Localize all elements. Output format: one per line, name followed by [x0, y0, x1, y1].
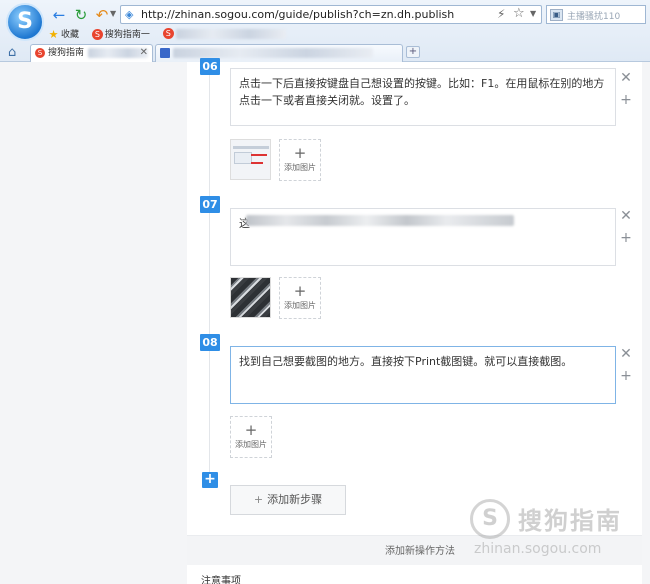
- insert-step-icon[interactable]: +: [620, 369, 632, 383]
- close-icon[interactable]: ✕: [140, 45, 148, 61]
- security-shield-icon: ◈: [125, 8, 134, 21]
- remove-step-icon[interactable]: ✕: [620, 347, 632, 361]
- plus-icon: +: [244, 421, 258, 439]
- step-text-input[interactable]: 找到自己想要截图的地方。直接按下Print截图键。就可以直接截图。: [230, 346, 616, 404]
- address-dropdown-icon[interactable]: ▼: [530, 9, 536, 18]
- favorite-item-sogou-guide[interactable]: S 搜狗指南一: [91, 27, 150, 40]
- tab-bar: ⌂ S 搜狗指南 ✕ +: [0, 43, 650, 62]
- plus-icon: +: [293, 144, 307, 162]
- step-timeline: [209, 62, 210, 477]
- url-text[interactable]: http://zhinan.sogou.com/guide/publish?ch…: [141, 8, 454, 21]
- insert-step-icon[interactable]: +: [620, 231, 632, 245]
- address-bar[interactable]: ◈ http://zhinan.sogou.com/guide/publish?…: [120, 5, 542, 24]
- add-image-button[interactable]: + 添加图片: [279, 139, 321, 181]
- favorite-label: 收藏: [61, 30, 80, 40]
- favorite-item-blurred[interactable]: S: [162, 28, 286, 39]
- sogou-icon: S: [162, 28, 174, 39]
- add-image-label: 添加图片: [284, 163, 316, 172]
- plus-icon: +: [253, 493, 264, 506]
- back-icon[interactable]: ←: [50, 6, 68, 24]
- redacted-text: [175, 28, 286, 39]
- step-image-thumbnail[interactable]: [230, 277, 271, 318]
- home-icon[interactable]: ⌂: [8, 45, 16, 60]
- search-engine-icon[interactable]: ▣: [550, 9, 563, 21]
- speed-mode-icon[interactable]: ⚡: [497, 7, 505, 21]
- bookmark-star-icon[interactable]: ☆: [513, 6, 525, 21]
- add-method-link[interactable]: 添加新操作方法: [385, 542, 455, 557]
- step-text-input[interactable]: 点击一下后直接按键盘自己想设置的按键。比如：F1。在用鼠标在别的地方点击一下或者…: [230, 68, 616, 126]
- new-tab-button[interactable]: +: [406, 46, 420, 58]
- step-number: 06: [200, 58, 220, 75]
- remove-step-icon[interactable]: ✕: [620, 71, 632, 85]
- add-image-label: 添加图片: [235, 440, 267, 449]
- search-placeholder: 主播骚扰110: [567, 12, 621, 22]
- tab-label: 搜狗指南: [48, 48, 85, 58]
- search-box[interactable]: ▣ 主播骚扰110: [546, 5, 646, 24]
- add-image-button[interactable]: + 添加图片: [230, 416, 272, 458]
- add-image-label: 添加图片: [284, 301, 316, 310]
- insert-step-icon[interactable]: +: [620, 93, 632, 107]
- notes-title: 注意事项: [201, 576, 241, 584]
- remove-step-icon[interactable]: ✕: [620, 209, 632, 223]
- page-icon: [160, 47, 170, 58]
- tab-sogou-guide[interactable]: S 搜狗指南 ✕: [30, 44, 153, 62]
- browser-chrome: S ← ↻ ↶ ▼ ◈ http://zhinan.sogou.com/guid…: [0, 0, 650, 62]
- sogou-icon: S: [35, 47, 45, 58]
- add-image-button[interactable]: + 添加图片: [279, 277, 321, 319]
- notes-section: 注意事项: [187, 568, 642, 584]
- sogou-icon: S: [91, 29, 103, 40]
- redacted-text: [173, 47, 373, 58]
- add-step-label: 添加新步骤: [267, 493, 323, 506]
- chevron-down-icon[interactable]: ▼: [110, 9, 116, 18]
- redacted-text: [246, 215, 514, 226]
- star-icon: ★: [48, 28, 59, 41]
- tab-second[interactable]: [155, 44, 403, 62]
- step-number: 07: [200, 196, 220, 213]
- add-step-button[interactable]: + 添加新步骤: [230, 485, 346, 515]
- sogou-browser-logo[interactable]: S: [6, 3, 44, 41]
- add-step-icon[interactable]: +: [202, 472, 218, 488]
- undo-icon[interactable]: ↶: [93, 6, 111, 24]
- step-image-thumbnail[interactable]: [230, 139, 271, 180]
- favorite-item-collect[interactable]: ★ 收藏: [48, 27, 79, 40]
- refresh-icon[interactable]: ↻: [72, 6, 90, 24]
- left-background: [0, 62, 186, 584]
- favorites-bar: ★ 收藏 S 搜狗指南一 S: [48, 27, 296, 41]
- favorite-label: 搜狗指南一: [104, 30, 150, 40]
- plus-icon: +: [293, 282, 307, 300]
- step-number: 08: [200, 334, 220, 351]
